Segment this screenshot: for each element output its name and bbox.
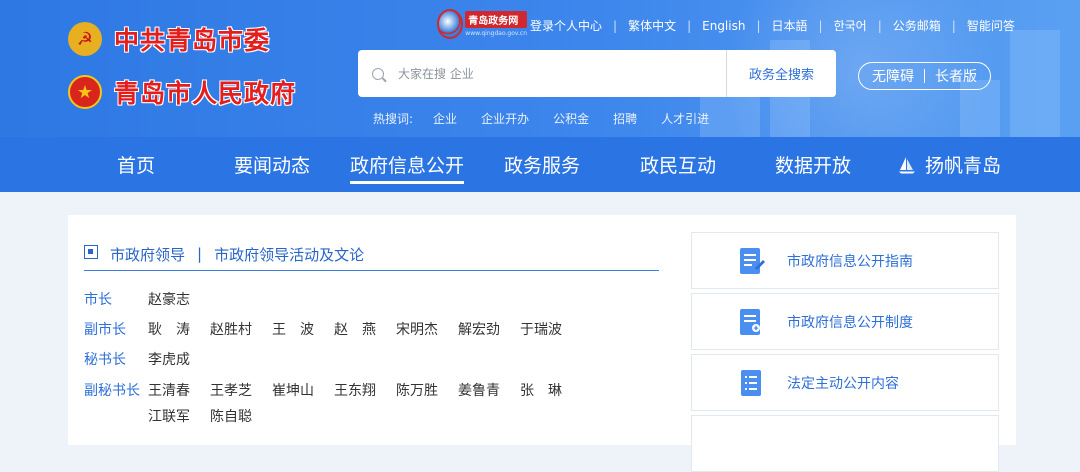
list-doc-icon — [736, 368, 766, 398]
top-link-login[interactable]: 登录个人中心 — [530, 17, 602, 34]
leader-name-link[interactable]: 解宏劲 — [458, 319, 520, 339]
skyline-decoration — [1010, 30, 1060, 137]
link-divider: | — [818, 18, 823, 33]
top-link-smart-qa[interactable]: 智能问答 — [967, 17, 1015, 34]
access-divider — [924, 69, 925, 83]
link-divider: | — [613, 18, 618, 33]
side-link-label: 市政府信息公开指南 — [787, 253, 913, 270]
side-link-disclosure-policy[interactable]: 市政府信息公开制度 — [691, 293, 999, 350]
role-label: 秘书长 — [84, 352, 126, 368]
accessible-mode-link[interactable]: 无障碍 — [872, 66, 914, 86]
hot-search-item[interactable]: 人才引进 — [661, 110, 709, 127]
site-logo-url: www.qingdao.gov.cn — [465, 30, 527, 37]
hot-search-item[interactable]: 企业开办 — [481, 110, 529, 127]
search-box: 政务全搜索 — [358, 50, 836, 97]
guide-doc-icon — [736, 246, 766, 276]
leader-name-link[interactable]: 陈万胜 — [396, 380, 458, 400]
globe-icon — [437, 9, 464, 39]
elder-mode-link[interactable]: 长者版 — [935, 66, 977, 86]
hot-search-item[interactable]: 公积金 — [553, 110, 589, 127]
link-divider: | — [756, 18, 761, 33]
leader-name-link[interactable]: 张 琳 — [520, 380, 582, 400]
hot-search-label: 热搜词: — [373, 112, 414, 126]
nav-gov-services[interactable]: 政务服务 — [504, 137, 580, 192]
role-label: 副秘书长 — [84, 383, 140, 399]
leader-name-link[interactable]: 耿 涛 — [148, 319, 210, 339]
leader-row: 副秘书长 王清春 王孝芝 崔坤山 王东翔 陈万胜 姜鲁青 张 琳 江联军 陈自聪 — [84, 380, 588, 432]
search-icon — [372, 67, 384, 80]
leader-row: 市长 赵豪志 — [84, 289, 588, 315]
leader-section-icon — [84, 245, 98, 259]
nav-interaction[interactable]: 政民互动 — [640, 137, 716, 192]
search-input[interactable] — [398, 66, 726, 81]
top-link-korean[interactable]: 한국어 — [834, 17, 867, 34]
top-link-english[interactable]: English — [702, 19, 745, 33]
top-link-mail[interactable]: 公务邮箱 — [893, 17, 941, 34]
leaders-heading: 市政府领导 | 市政府领导活动及文论 — [84, 238, 659, 271]
qingdao-gov-logo[interactable]: 青岛政务网 www.qingdao.gov.cn — [437, 6, 527, 42]
link-divider: | — [687, 18, 692, 33]
leaders-title-link[interactable]: 市政府领导 — [110, 244, 185, 265]
side-link-label: 市政府信息公开制度 — [787, 314, 913, 331]
side-link-disclosure-guide[interactable]: 市政府信息公开指南 — [691, 232, 999, 289]
leader-name-link[interactable]: 于瑞波 — [520, 319, 582, 339]
leaders-activities-link[interactable]: 市政府领导活动及文论 — [214, 244, 364, 265]
heading-divider: | — [197, 245, 203, 263]
leader-name-link[interactable]: 赵豪志 — [148, 289, 210, 309]
link-divider: | — [877, 18, 882, 33]
leader-name-link[interactable]: 李虎成 — [148, 349, 210, 369]
brand-government-text: 青岛市人民政府 — [113, 78, 297, 109]
nav-sail-qingdao-label: 扬帆青岛 — [925, 155, 1002, 177]
role-label: 副市长 — [84, 322, 126, 338]
national-emblem-icon: ★ — [68, 75, 102, 109]
nav-open-data[interactable]: 数据开放 — [775, 137, 851, 192]
leader-name-link[interactable]: 姜鲁青 — [458, 380, 520, 400]
nav-news[interactable]: 要闻动态 — [234, 137, 310, 192]
leader-name-link[interactable]: 赵 燕 — [334, 319, 396, 339]
link-divider: | — [951, 18, 956, 33]
site-logo-title: 青岛政务网 — [465, 11, 527, 28]
hot-search-item[interactable]: 企业 — [433, 110, 457, 127]
leader-name-link[interactable]: 王 波 — [272, 319, 334, 339]
role-label: 市长 — [84, 292, 112, 308]
accessibility-switch: 无障碍 长者版 — [858, 62, 991, 90]
top-link-japanese[interactable]: 日本語 — [772, 17, 808, 34]
party-emblem-icon: ☭ — [68, 22, 102, 56]
leader-name-link[interactable]: 崔坤山 — [272, 380, 334, 400]
leader-name-link[interactable]: 赵胜村 — [210, 319, 272, 339]
nav-home[interactable]: 首页 — [117, 137, 155, 192]
brand-party-text: 中共青岛市委 — [113, 25, 271, 56]
side-link-more[interactable] — [691, 415, 999, 472]
leader-row: 秘书长 李虎成 — [84, 349, 588, 375]
sailboat-icon — [899, 156, 915, 173]
side-link-mandatory-content[interactable]: 法定主动公开内容 — [691, 354, 999, 411]
site-header: ☭ 中共青岛市委 ★ 青岛市人民政府 青岛政务网 www.qingdao.gov… — [0, 0, 1080, 137]
leader-name-link[interactable]: 江联军 — [148, 406, 210, 426]
brand-party[interactable]: ☭ 中共青岛市委 — [68, 21, 270, 57]
search-button[interactable]: 政务全搜索 — [726, 50, 836, 97]
top-links: 登录个人中心 | 繁体中文 | English | 日本語 | 한국어 | 公务… — [530, 17, 1015, 34]
leader-name-link[interactable]: 陈自聪 — [210, 406, 272, 426]
leader-name-link[interactable]: 王东翔 — [334, 380, 396, 400]
brand-government[interactable]: ★ 青岛市人民政府 — [68, 74, 296, 110]
leader-name-link[interactable]: 王孝芝 — [210, 380, 272, 400]
leader-name-link[interactable]: 宋明杰 — [396, 319, 458, 339]
nav-sail-qingdao[interactable]: 扬帆青岛 — [897, 137, 1001, 192]
hot-search-item[interactable]: 招聘 — [613, 110, 637, 127]
top-link-traditional-chinese[interactable]: 繁体中文 — [628, 17, 676, 34]
side-link-label: 法定主动公开内容 — [787, 375, 899, 392]
nav-gov-info-disclosure[interactable]: 政府信息公开 — [350, 137, 465, 192]
hot-search-row: 热搜词: 企业 企业开办 公积金 招聘 人才引进 — [373, 110, 733, 127]
main-nav: 首页 要闻动态 政府信息公开 政务服务 政民互动 数据开放 扬帆青岛 — [0, 137, 1080, 192]
policy-doc-icon — [736, 307, 766, 337]
leader-name-link[interactable]: 王清春 — [148, 380, 210, 400]
leader-row: 副市长 耿 涛 赵胜村 王 波 赵 燕 宋明杰 解宏劲 于瑞波 — [84, 319, 588, 345]
